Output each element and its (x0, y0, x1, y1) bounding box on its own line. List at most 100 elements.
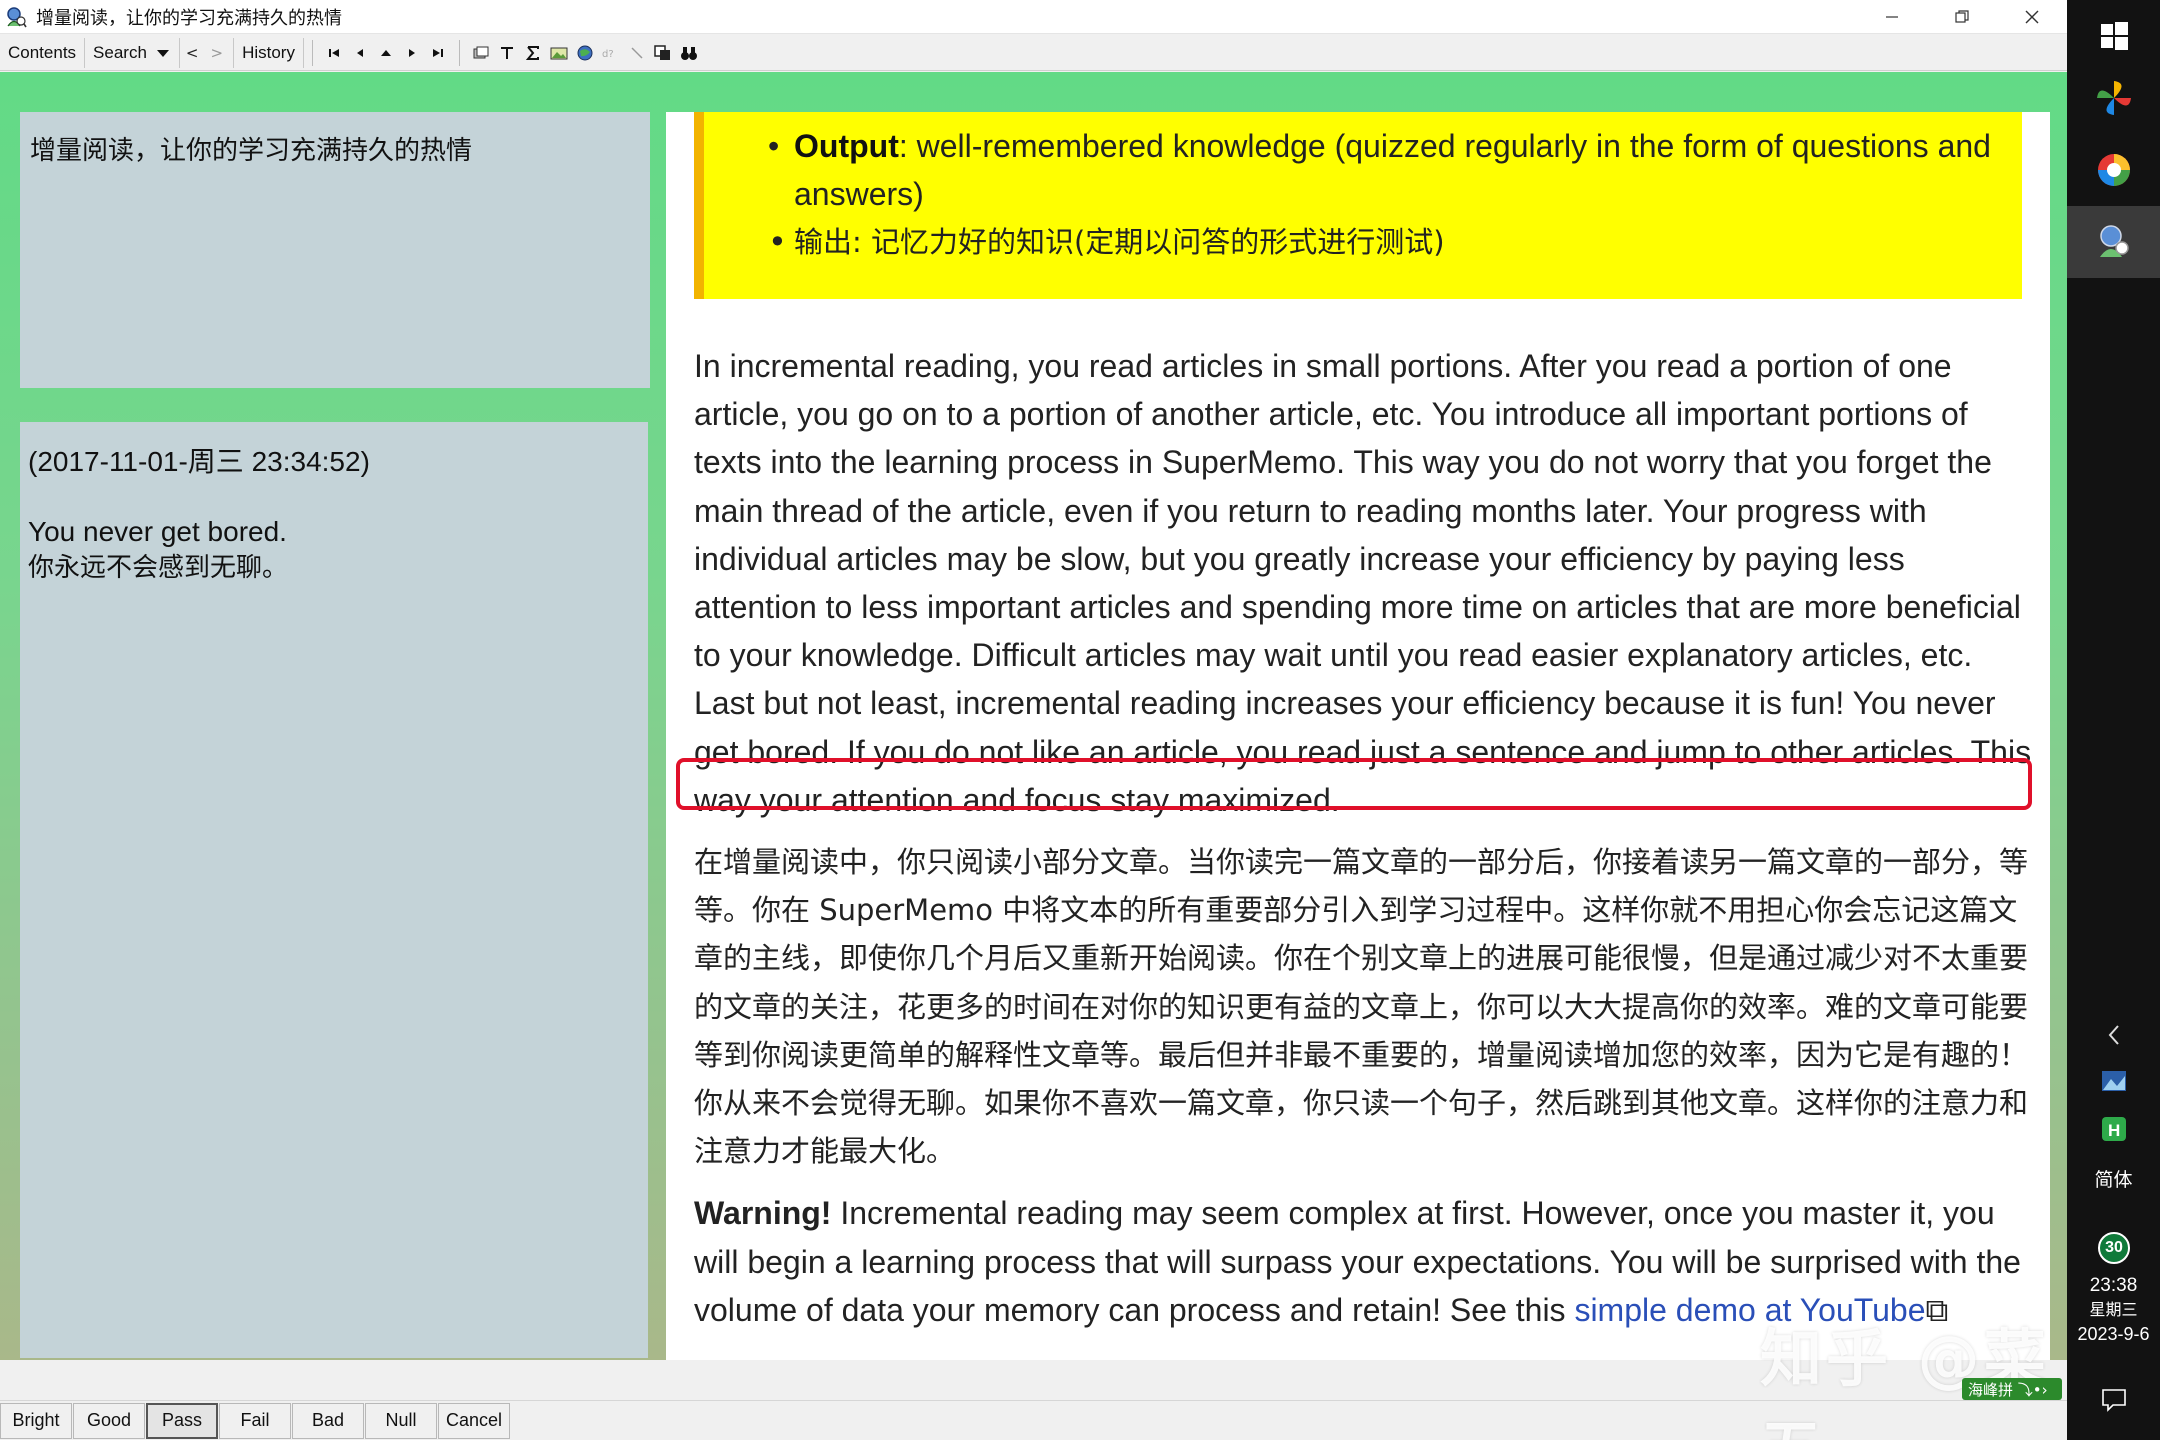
grade-fail-button[interactable]: Fail (219, 1402, 291, 1439)
article-paragraph-cn: 在增量阅读中，你只阅读小部分文章。当你读完一篇文章的一部分后，你接着读另一篇文章… (694, 845, 2029, 1169)
input-language-indicator[interactable]: 简体 (2067, 1165, 2160, 1192)
grade-bright-button[interactable]: Bright (0, 1402, 72, 1439)
grade-good-button[interactable]: Good (73, 1402, 145, 1439)
action-center-button[interactable] (2067, 1380, 2160, 1420)
article-body: In incremental reading, you read article… (694, 342, 2034, 1348)
answer-component[interactable]: (2017-11-01-周三 23:34:52) You never get b… (20, 422, 648, 1358)
output-bullet-cn: • 输出: 记忆力好的知识(定期以问答的形式进行测试) (704, 218, 2022, 266)
copy-icon (473, 46, 489, 58)
parent-element-button[interactable] (373, 38, 399, 68)
first-icon (328, 48, 339, 57)
article-component[interactable]: • Output: well-remembered knowledge (qui… (666, 112, 2050, 1360)
binoculars-icon (680, 46, 697, 60)
last-icon (432, 48, 443, 57)
output-description: : well-remembered knowledge (quizzed reg… (794, 128, 1991, 212)
contents-button[interactable]: Contents (0, 37, 86, 68)
tray-picture-icon (2101, 1071, 2126, 1091)
template-button[interactable] (494, 38, 520, 68)
globe-icon (577, 45, 593, 60)
element-title-text: 增量阅读，让你的学习充满持久的热情 (30, 136, 473, 166)
taskbar: H 简体 30 23:38 星期三 2023-9-6 (2067, 0, 2160, 1440)
svg-text:H: H (2108, 1121, 2120, 1140)
tools-button[interactable] (624, 38, 650, 68)
close-icon (2025, 10, 2039, 24)
previous-icon (356, 48, 363, 57)
first-element-button[interactable] (321, 38, 347, 68)
title-component[interactable]: 增量阅读，让你的学习充满持久的热情 (20, 112, 650, 388)
show-hidden-icons-button[interactable] (2067, 1015, 2160, 1055)
back-button[interactable]: < (180, 44, 205, 62)
web-import-button[interactable] (572, 38, 598, 68)
toolbar-separator (311, 39, 313, 66)
chevron-left-icon (2108, 1025, 2119, 1045)
windows-logo-icon (2100, 22, 2128, 50)
output-description-cn: 输出: 记忆力好的知识(定期以问答的形式进行测试) (794, 225, 1445, 259)
grade-pass-button[interactable]: Pass (146, 1402, 218, 1439)
supermemo-taskbar-icon (2099, 225, 2129, 257)
text-format-icon (500, 46, 513, 59)
last-element-button[interactable] (425, 38, 451, 68)
output-bullet-en: • Output: well-remembered knowledge (qui… (704, 122, 2022, 218)
image-icon (550, 47, 568, 59)
answer-chinese: 你永远不会感到无聊。 (28, 553, 289, 583)
find-button[interactable] (676, 38, 702, 68)
history-button[interactable]: History (233, 37, 304, 68)
duplicate-button[interactable] (650, 38, 676, 68)
cancel-grade-button[interactable]: Cancel (438, 1402, 510, 1439)
svg-text:d?: d? (602, 49, 614, 60)
wand-icon (631, 46, 643, 59)
restore-button[interactable] (1927, 0, 1997, 34)
system-clock[interactable]: 23:38 星期三 2023-9-6 (2067, 1274, 2160, 1346)
bullet-icon: • (768, 223, 787, 261)
next-icon (408, 48, 415, 57)
bullet-icon: • (768, 128, 780, 164)
clock-day: 星期三 (2089, 1300, 2138, 1319)
highlighted-output-box: • Output: well-remembered knowledge (qui… (694, 112, 2022, 299)
taskbar-app-supermemo[interactable] (2067, 206, 2160, 278)
toolbar: Contents Search < > History d? (0, 35, 2067, 71)
tray-app-1[interactable] (2067, 1068, 2160, 1094)
restore-icon (1955, 10, 1969, 23)
next-element-button[interactable] (399, 38, 425, 68)
search-button[interactable]: Search (85, 37, 180, 68)
browser-app-icon (2097, 154, 2130, 186)
tray-h-icon: H (2101, 1117, 2126, 1141)
previous-element-button[interactable] (347, 38, 373, 68)
minimize-icon (1886, 16, 1898, 18)
window-title: 增量阅读，让你的学习充满持久的热情 (36, 7, 342, 29)
grade-null-button[interactable]: Null (365, 1402, 437, 1439)
grade-bad-button[interactable]: Bad (292, 1402, 364, 1439)
taskbar-app-pinwheel[interactable] (2067, 62, 2160, 134)
taskbar-app-browser[interactable] (2067, 134, 2160, 206)
supermemo-app-icon[interactable] (4, 5, 28, 29)
clock-time: 23:38 (2089, 1275, 2138, 1296)
sigma-icon (525, 45, 539, 60)
toolbar-separator (458, 39, 460, 66)
supermemo-window: 增量阅读，让你的学习充满持久的热情 Contents Search < > Hi… (0, 0, 2067, 1440)
ime-indicator[interactable]: 海峰拼 ⤵•› (1962, 1378, 2062, 1400)
duplicate-icon (654, 44, 670, 60)
timestamp-text: (2017-11-01-周三 23:34:52) (28, 446, 370, 477)
element-window: 增量阅读，让你的学习充满持久的热情 (2017-11-01-周三 23:34:5… (0, 72, 2067, 1360)
up-icon (380, 49, 391, 56)
search-label: Search (93, 42, 147, 62)
forward-button[interactable]: > (205, 44, 230, 62)
pinwheel-app-icon (2096, 81, 2131, 115)
dictionary-button[interactable]: d? (598, 38, 624, 68)
copy-element-button[interactable] (468, 38, 494, 68)
minimize-button[interactable] (1857, 0, 1927, 34)
article-paragraph-en: In incremental reading, you read article… (694, 348, 2032, 818)
caret-down-icon (156, 49, 169, 57)
zhihu-watermark: 知乎 @菜五 (1760, 1322, 2050, 1440)
sigma-button[interactable] (520, 38, 546, 68)
window-controls (1857, 0, 2067, 34)
tray-app-2[interactable]: H (2067, 1116, 2160, 1142)
notification-count-badge[interactable]: 30 (2098, 1232, 2130, 1264)
close-button[interactable] (1997, 0, 2067, 34)
dictionary-icon: d? (602, 49, 614, 60)
notification-icon (2101, 1389, 2126, 1412)
clock-date: 2023-9-6 (2077, 1324, 2150, 1344)
output-label: Output (794, 128, 899, 164)
answer-english: You never get bored. (28, 516, 287, 547)
image-button[interactable] (546, 38, 572, 68)
